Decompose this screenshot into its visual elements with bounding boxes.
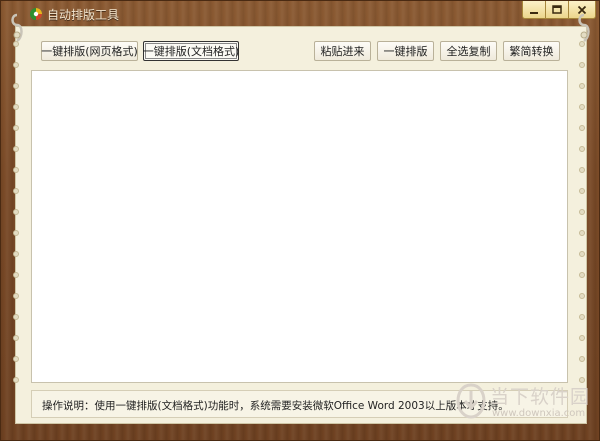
maximize-button[interactable] bbox=[545, 1, 569, 19]
binder-hole bbox=[579, 104, 585, 110]
watermark: 当下软件园 www.downxia.com bbox=[456, 381, 596, 429]
downxia-logo-icon bbox=[456, 383, 486, 419]
format-document-button[interactable]: 一键排版(文档格式) bbox=[143, 41, 239, 61]
binder-hole bbox=[579, 83, 585, 89]
binder-hole bbox=[13, 230, 19, 236]
binder-hole bbox=[579, 125, 585, 131]
window-title: 自动排版工具 bbox=[47, 8, 120, 22]
binder-hole bbox=[13, 209, 19, 215]
binder-hole bbox=[579, 230, 585, 236]
binder-hole bbox=[579, 272, 585, 278]
minimize-button[interactable] bbox=[522, 1, 546, 19]
window-frame: 自动排版工具 一键排版(网页格式) 一键排版(文档格式) 粘贴进来 一键排版 全… bbox=[0, 0, 600, 441]
binder-hole bbox=[579, 146, 585, 152]
binder-hole bbox=[13, 125, 19, 131]
binder-hole bbox=[579, 251, 585, 257]
binder-hole bbox=[13, 335, 19, 341]
binder-hole bbox=[13, 272, 19, 278]
binder-hole bbox=[13, 293, 19, 299]
binder-holes-right bbox=[579, 41, 589, 398]
binder-hole bbox=[579, 167, 585, 173]
minimize-icon bbox=[530, 11, 538, 14]
binder-hole bbox=[13, 104, 19, 110]
auto-format-button[interactable]: 一键排版 bbox=[377, 41, 434, 61]
maximize-icon bbox=[552, 4, 562, 14]
watermark-name: 当下软件园 bbox=[490, 386, 591, 408]
convert-traditional-simplified-button[interactable]: 繁简转换 bbox=[503, 41, 560, 61]
binder-hole bbox=[13, 251, 19, 257]
binder-hole bbox=[579, 356, 585, 362]
binder-holes-left bbox=[13, 41, 23, 398]
binder-hole bbox=[13, 167, 19, 173]
binder-hole bbox=[579, 335, 585, 341]
binder-hole bbox=[579, 209, 585, 215]
binder-hole bbox=[13, 377, 19, 383]
binder-hole bbox=[13, 83, 19, 89]
select-all-copy-button[interactable]: 全选复制 bbox=[440, 41, 497, 61]
text-editor[interactable] bbox=[31, 70, 568, 383]
binder-hole bbox=[13, 314, 19, 320]
format-web-button[interactable]: 一键排版(网页格式) bbox=[41, 41, 138, 61]
binder-ring-icon bbox=[11, 13, 23, 43]
app-logo-icon bbox=[30, 8, 42, 20]
toolbar: 一键排版(网页格式) 一键排版(文档格式) 粘贴进来 一键排版 全选复制 繁简转… bbox=[1, 41, 600, 63]
binder-hole bbox=[579, 188, 585, 194]
title-bar[interactable]: 自动排版工具 bbox=[1, 1, 600, 29]
binder-hole bbox=[13, 188, 19, 194]
binder-hole bbox=[13, 146, 19, 152]
binder-hole bbox=[579, 314, 585, 320]
binder-hole bbox=[579, 293, 585, 299]
binder-ring-icon bbox=[578, 13, 590, 43]
paste-in-button[interactable]: 粘贴进来 bbox=[314, 41, 371, 61]
binder-hole bbox=[13, 356, 19, 362]
watermark-url: www.downxia.com bbox=[492, 408, 586, 419]
